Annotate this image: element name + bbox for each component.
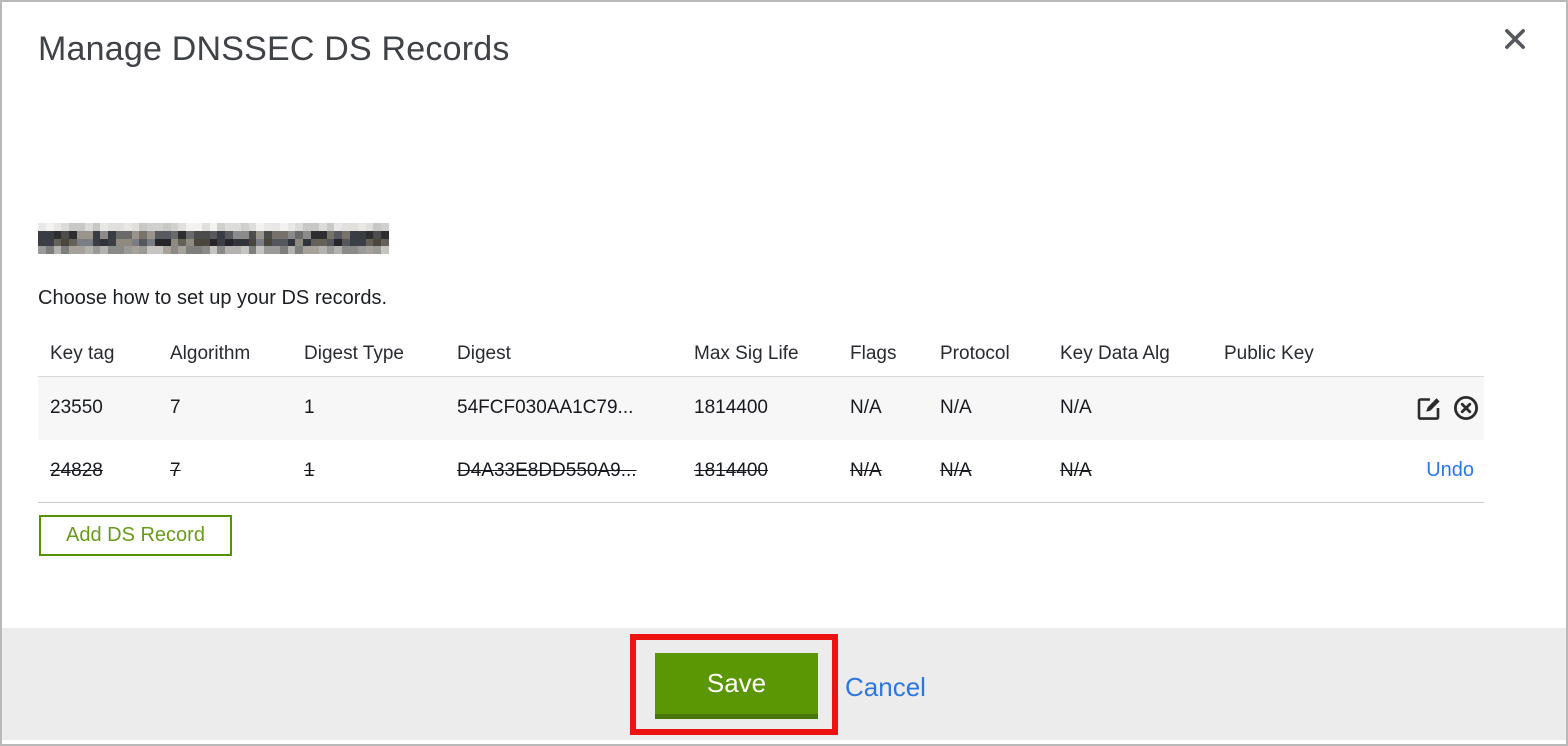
redacted-domain [38, 223, 389, 254]
flags-value: N/A [850, 459, 882, 481]
col-header-flags: Flags [850, 342, 897, 364]
algorithm-value: 7 [170, 397, 181, 419]
table-row: 23550 7 1 54FCF030AA1C79... 1814400 N/A … [38, 375, 1484, 440]
digest-type-value: 1 [304, 459, 315, 481]
edit-icon[interactable] [1415, 394, 1443, 422]
delete-x-glyph [1453, 396, 1479, 421]
table-header-row: Key tag Algorithm Digest Type Digest Max… [38, 332, 1484, 376]
save-button[interactable]: Save [655, 653, 818, 719]
col-header-key-data-alg: Key Data Alg [1060, 342, 1170, 364]
cancel-link[interactable]: Cancel [845, 672, 926, 703]
max-sig-life-value: 1814400 [694, 459, 768, 481]
protocol-value: N/A [940, 397, 972, 419]
col-header-digest-type: Digest Type [304, 342, 404, 364]
key-tag-value: 24828 [50, 459, 103, 481]
protocol-value: N/A [940, 459, 972, 481]
key-tag-value: 23550 [50, 397, 103, 419]
max-sig-life-value: 1814400 [694, 397, 768, 419]
intro-text: Choose how to set up your DS records. [38, 287, 388, 309]
col-header-max-sig-life: Max Sig Life [694, 342, 799, 364]
algorithm-value: 7 [170, 459, 181, 481]
col-header-protocol: Protocol [940, 342, 1010, 364]
close-icon[interactable] [1500, 24, 1530, 54]
col-header-algorithm: Algorithm [170, 342, 251, 364]
col-header-actions [1374, 332, 1484, 376]
col-header-key-tag: Key tag [50, 342, 115, 364]
key-data-alg-value: N/A [1060, 397, 1092, 419]
add-ds-record-button[interactable]: Add DS Record [39, 515, 232, 556]
col-header-digest: Digest [457, 342, 511, 364]
table-row: 24828 7 1 D4A33E8DD550A9... 1814400 N/A … [38, 440, 1484, 503]
manage-dnssec-ds-records-dialog: Manage DNSSEC DS Records Choose how to s… [0, 0, 1568, 746]
close-x-glyph [1505, 29, 1525, 49]
digest-type-value: 1 [304, 397, 315, 419]
key-data-alg-value: N/A [1060, 459, 1092, 481]
digest-value: D4A33E8DD550A9... [457, 459, 637, 481]
page-title: Manage DNSSEC DS Records [38, 30, 510, 68]
delete-circle-icon[interactable] [1452, 394, 1480, 422]
edit-pencil-glyph [1417, 398, 1440, 421]
col-header-public-key: Public Key [1224, 342, 1314, 364]
dialog-footer: Save Cancel [2, 628, 1566, 740]
digest-value: 54FCF030AA1C79... [457, 397, 634, 419]
undo-link[interactable]: Undo [1426, 459, 1480, 481]
ds-records-table: Key tag Algorithm Digest Type Digest Max… [38, 332, 1484, 503]
flags-value: N/A [850, 397, 882, 419]
